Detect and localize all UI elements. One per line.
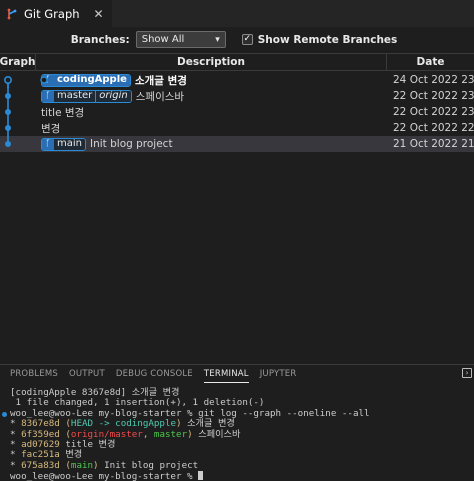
commit-row[interactable]: ᚴ master origin 스페이스바 22 Oct 2022 23:09 [0, 88, 474, 104]
tab-output[interactable]: OUTPUT [69, 365, 105, 383]
head-ref: HEAD -> codingApple [70, 418, 177, 430]
branch-name: master [54, 90, 96, 102]
commit-node[interactable] [5, 125, 11, 131]
commit-node[interactable] [5, 109, 11, 115]
log-message: 스페이스바 [192, 428, 241, 440]
terminal-cursor [198, 471, 204, 481]
close-icon[interactable]: ✕ [94, 7, 104, 21]
log-line: * 675a83d (main) Init blog project [10, 459, 199, 471]
commit-node[interactable] [4, 76, 13, 85]
date-column-header[interactable]: Date [387, 54, 474, 70]
log-message: 소개글 변경 [181, 418, 235, 430]
tab-terminal[interactable]: TERMINAL [203, 365, 249, 383]
git-graph-icon [7, 8, 17, 19]
branch-ref[interactable]: ᚴ master origin [41, 89, 132, 103]
maximize-panel-icon[interactable]: › [462, 368, 472, 378]
branch-name: main [54, 138, 85, 150]
terminal-text: [codingApple 8367e8d] 소개글 변경 [10, 387, 180, 398]
commit-hash: 6f359ed [21, 428, 60, 440]
graph-column-header[interactable]: Graph [0, 54, 36, 70]
commit-row[interactable]: ᚴ codingApple 소개글 변경 24 Oct 2022 23:55 [0, 72, 474, 88]
tab-debug-console[interactable]: DEBUG CONSOLE [116, 365, 193, 383]
commit-list: ᚴ codingApple 소개글 변경 24 Oct 2022 23:55 ᚴ… [0, 72, 474, 152]
remote-name: origin [95, 90, 131, 102]
branch-ref: master [153, 428, 188, 440]
commit-hash: fac251a [21, 449, 60, 461]
branch-ref[interactable]: ᚴ codingApple [41, 73, 131, 87]
commit-hash: 675a83d [21, 459, 60, 471]
description-column-header[interactable]: Description [36, 54, 387, 70]
commit-date: 22 Oct 2022 23:09 [393, 90, 474, 102]
branches-select[interactable]: Show All ▾ [135, 31, 226, 48]
terminal-prompt: woo_lee@woo-Lee my-blog-starter % [10, 471, 199, 481]
branches-label: Branches: [70, 33, 130, 46]
chevron-down-icon: ▾ [215, 34, 220, 45]
tab-label: Git Graph [24, 6, 80, 21]
commit-row-selected[interactable]: ᚴ main Init blog project 21 Oct 2022 21:… [0, 136, 474, 152]
tab-problems[interactable]: PROBLEMS [10, 365, 58, 383]
terminal-prompt-line: woo_lee@woo-Lee my-blog-starter % [0, 471, 474, 481]
git-graph-tab[interactable]: Git Graph ✕ [0, 0, 113, 27]
tab-jupyter[interactable]: JUPYTER [260, 365, 297, 383]
commit-node[interactable] [5, 141, 11, 147]
commit-row[interactable]: 변경 22 Oct 2022 22:34 [0, 120, 474, 136]
commit-node[interactable] [5, 93, 11, 99]
commit-row[interactable]: title 변경 22 Oct 2022 23:03 [0, 104, 474, 120]
terminal-text: 1 file changed, 1 insertion(+), 1 deleti… [10, 397, 265, 409]
log-message: 변경 [59, 449, 83, 461]
prompt-status-icon [2, 411, 7, 417]
editor-tab-bar: Git Graph ✕ [0, 0, 474, 27]
graph-controls: Branches: Show All ▾ ✓ Show Remote Branc… [0, 27, 474, 52]
panel-tab-bar: PROBLEMS OUTPUT DEBUG CONSOLE TERMINAL J… [0, 364, 474, 383]
branch-name: codingApple [54, 74, 130, 86]
commit-message: 소개글 변경 [134, 74, 187, 87]
commit-table-header: Graph Description Date [0, 53, 474, 71]
commit-node-head[interactable] [40, 76, 48, 84]
show-remote-checkbox[interactable]: ✓ [241, 34, 253, 45]
remote-ref: origin/master [70, 428, 143, 440]
log-message: Init blog project [98, 459, 199, 471]
commit-date: 22 Oct 2022 23:03 [393, 106, 474, 118]
commit-date: 22 Oct 2022 22:34 [393, 122, 474, 134]
branch-ref: main [70, 459, 94, 471]
commit-message: 스페이스바 [135, 90, 185, 103]
commit-date: 24 Oct 2022 23:55 [393, 74, 474, 86]
commit-graph [4, 76, 48, 147]
commit-message: Init blog project [90, 138, 173, 150]
branches-select-value: Show All [141, 34, 185, 45]
show-remote-label[interactable]: Show Remote Branches [258, 34, 398, 46]
commit-date: 21 Oct 2022 21:39 [393, 138, 474, 150]
terminal-output[interactable]: [codingApple 8367e8d] 소개글 변경 1 file chan… [0, 387, 474, 481]
commit-hash: 8367e8d [21, 418, 60, 430]
